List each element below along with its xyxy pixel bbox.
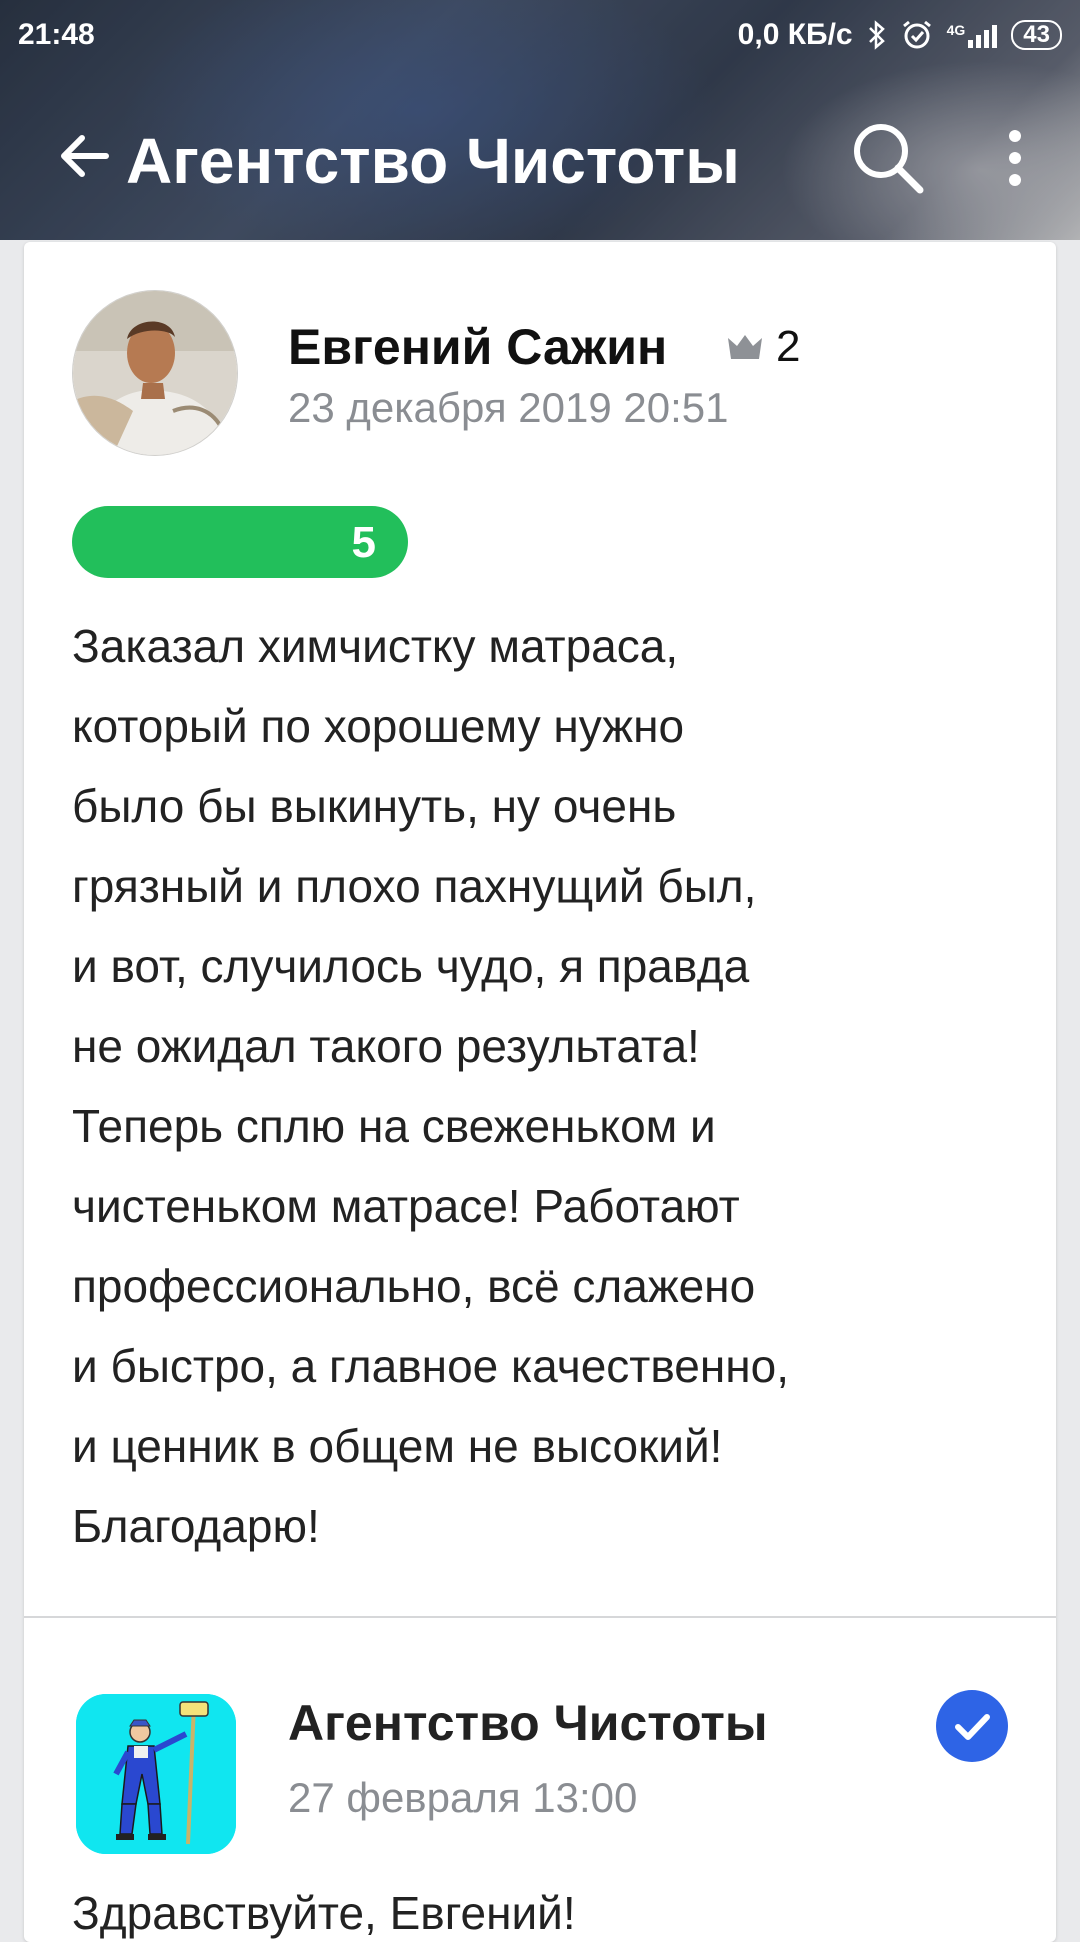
bluetooth-icon xyxy=(868,20,885,50)
review-text-line: и ценник в общем не высокий! xyxy=(72,1420,723,1472)
verified-check-icon xyxy=(936,1690,1008,1762)
review-text-line: который по хорошему нужно xyxy=(72,700,685,752)
review-card: Евгений Сажин 2 23 декабря 2019 20:51 5 … xyxy=(24,242,1056,1942)
page-title: Агентство Чистоты xyxy=(126,125,740,197)
review-text-line: Заказал химчистку матраса, xyxy=(72,620,679,672)
review-text-line: и быстро, а главное качественно, xyxy=(72,1340,790,1392)
battery-icon: 43 xyxy=(1011,20,1062,50)
company-name[interactable]: Агентство Чистоты xyxy=(288,1694,768,1752)
review-text-line: было бы выкинуть, ну очень xyxy=(72,780,677,832)
checkmark-icon xyxy=(955,1714,990,1740)
status-bar: 21:48 0,0 КБ/с 4G 43 xyxy=(0,0,1080,70)
network-speed: 0,0 КБ/с xyxy=(737,18,853,51)
review-text-line: профессионально, всё слажено xyxy=(72,1260,756,1312)
status-time: 21:48 xyxy=(18,18,95,51)
author-avatar[interactable] xyxy=(72,290,238,456)
author-level: 2 xyxy=(776,322,801,371)
more-vertical-icon[interactable] xyxy=(1000,128,1030,188)
review-text-line: Благодарю! xyxy=(72,1500,320,1552)
company-logo-image xyxy=(76,1694,236,1854)
crown-icon xyxy=(728,335,762,359)
network-type: 4G xyxy=(946,22,966,38)
review-text-line: и вот, случилось чудо, я правда xyxy=(72,940,750,992)
search-icon[interactable] xyxy=(850,120,926,196)
signal-icon: 4G xyxy=(947,22,998,48)
rating-badge: 5 xyxy=(72,506,408,578)
author-name[interactable]: Евгений Сажин xyxy=(288,318,667,376)
signal-bar xyxy=(992,25,998,48)
review-text-line: грязный и плохо пахнущий был, xyxy=(72,860,757,912)
arrow-left-icon[interactable] xyxy=(56,128,112,184)
review-text-line: не ожидал такого результата! xyxy=(72,1020,700,1072)
signal-bar xyxy=(984,30,990,48)
alarm-icon xyxy=(902,20,931,49)
review-text: Заказал химчистку матраса, который по хо… xyxy=(72,606,1012,1566)
status-indicators: 0,0 КБ/с 4G 43 xyxy=(738,18,1062,52)
divider xyxy=(24,1616,1056,1618)
review-text-line: чистеньком матрасе! Работают xyxy=(72,1180,740,1232)
author-avatar-image xyxy=(73,291,237,455)
app-header: 21:48 0,0 КБ/с 4G 43 Агентство Чистоты xyxy=(0,0,1080,240)
review-date: 23 декабря 2019 20:51 xyxy=(288,384,729,431)
reply-text: Здравствуйте, Евгений! xyxy=(72,1887,576,1939)
rating-value: 5 xyxy=(351,518,376,567)
company-avatar[interactable] xyxy=(76,1694,236,1854)
signal-bar xyxy=(968,40,974,48)
reply-date: 27 февраля 13:00 xyxy=(288,1774,638,1821)
toolbar: Агентство Чистоты xyxy=(0,100,1080,220)
review-text-line: Теперь сплю на свеженьком и xyxy=(72,1100,716,1152)
signal-bar xyxy=(976,35,982,48)
